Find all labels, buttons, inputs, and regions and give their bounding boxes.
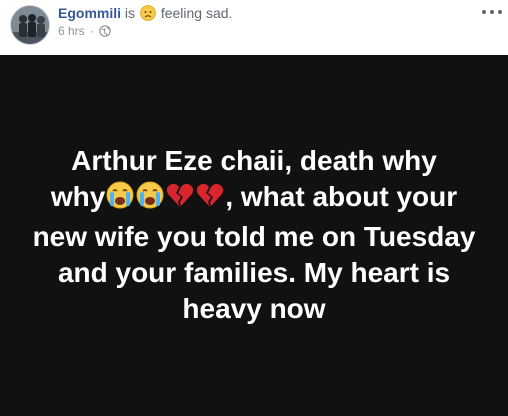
broken-heart-icon <box>195 180 225 219</box>
post-text: Arthur Eze chaii, death why why , what a… <box>20 143 488 327</box>
more-options-icon[interactable] <box>482 6 502 18</box>
post-text-line1: Arthur Eze chaii, death why <box>71 145 437 176</box>
more-dot <box>498 10 502 14</box>
sad-face-icon <box>140 5 156 24</box>
post-background: Arthur Eze chaii, death why why , what a… <box>0 55 508 416</box>
loudly-crying-face-icon <box>105 180 135 219</box>
avatar[interactable] <box>10 5 50 45</box>
more-dot <box>482 10 486 14</box>
post-header: Egommili is feeling sad. 6 hrs · <box>0 0 508 55</box>
author-name-link[interactable]: Egommili <box>58 5 121 21</box>
post-author-line: Egommili is feeling sad. <box>58 5 232 24</box>
more-dot <box>490 10 494 14</box>
feeling-text: feeling sad. <box>160 5 233 21</box>
post-text-why: why <box>50 181 106 212</box>
globe-icon[interactable] <box>99 25 112 40</box>
broken-heart-icon <box>165 180 195 219</box>
post-timestamp-link[interactable]: 6 hrs <box>58 24 85 38</box>
meta-separator: · <box>90 24 95 38</box>
loudly-crying-face-icon <box>135 180 165 219</box>
post-meta: 6 hrs · <box>58 24 112 40</box>
author-connector-text: is <box>124 5 136 21</box>
